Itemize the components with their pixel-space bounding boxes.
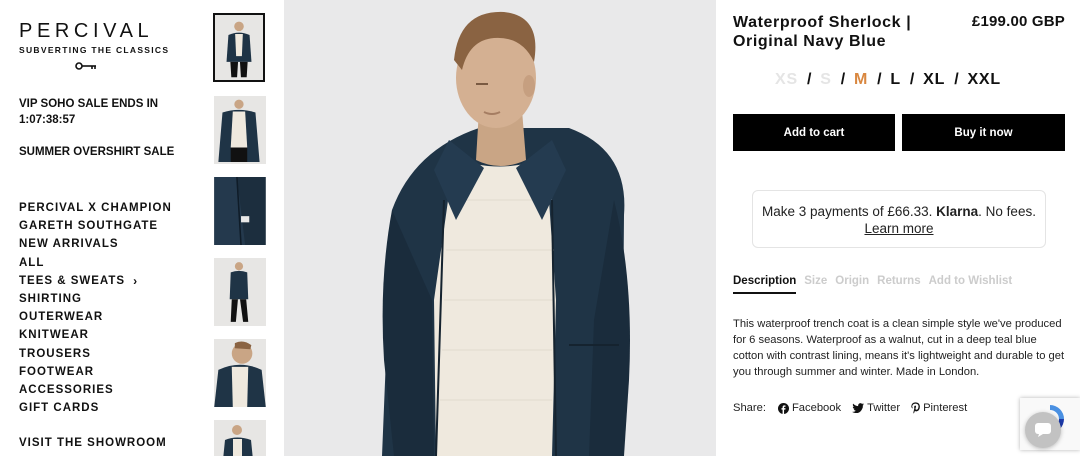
brand-logo[interactable]: PERCIVAL SUBVERTING THE CLASSICS: [19, 20, 170, 70]
menu-item-new-arrivals[interactable]: NEW ARRIVALS: [19, 235, 172, 253]
tab-size[interactable]: Size: [804, 275, 827, 294]
klarna-brand: Klarna: [936, 204, 979, 219]
size-option-xxl[interactable]: XXL: [967, 71, 1001, 89]
pinterest-icon: [911, 402, 920, 414]
klarna-payment-box: Make 3 payments of £66.33. Klarna. No fe…: [752, 190, 1046, 248]
thumbnail-6-back[interactable]: [214, 420, 266, 456]
thumbnail-2-open-coat[interactable]: [214, 96, 266, 164]
thumbnail-image: [214, 339, 266, 407]
product-info-tabs: Description Size Origin Returns Add to W…: [733, 275, 1020, 294]
menu-item-label: TEES & SWEATS: [19, 274, 126, 287]
facebook-label: Facebook: [791, 402, 842, 414]
key-icon: [75, 62, 96, 70]
klarna-learn-more-link[interactable]: Learn more: [864, 221, 933, 236]
thumbnail-image: [215, 420, 265, 456]
product-price: £199.00 GBP: [971, 13, 1065, 30]
klarna-text-start: Make 3 payments of £66.33.: [762, 204, 937, 219]
thumbnail-4-side-view[interactable]: [214, 258, 266, 326]
menu-item-accessories[interactable]: ACCESSORIES: [19, 381, 172, 399]
product-description: This waterproof trench coat is a clean s…: [733, 318, 1065, 378]
product-main-image[interactable]: [284, 0, 716, 456]
size-selector: XS / S / M / L / XL / XXL: [775, 71, 1001, 89]
size-separator: /: [806, 71, 813, 88]
menu-item-label: KNITWEAR: [19, 329, 89, 342]
size-separator: /: [840, 71, 846, 88]
menu-item-label: PERCIVAL X CHAMPION: [19, 202, 172, 214]
size-separator: /: [954, 71, 960, 88]
product-details-panel: Waterproof Sherlock | Original Navy Blue…: [733, 0, 1065, 456]
share-label: Share:: [733, 402, 766, 414]
menu-item-all[interactable]: ALL: [19, 254, 172, 272]
share-twitter-link[interactable]: Twitter: [852, 402, 900, 414]
menu-item-label: TROUSERS: [19, 347, 91, 360]
menu-item-gareth-southgate[interactable]: GARETH SOUTHGATE: [19, 217, 172, 235]
add-to-cart-button[interactable]: Add to cart: [733, 114, 895, 151]
menu-item-label: OUTERWEAR: [19, 311, 104, 324]
chat-icon: [1035, 423, 1051, 437]
logo-tagline: SUBVERTING THE CLASSICS: [19, 45, 170, 55]
thumbnail-image: [214, 96, 266, 164]
share-facebook-link[interactable]: Facebook: [777, 402, 842, 414]
facebook-icon: [777, 402, 789, 414]
size-separator: /: [877, 71, 883, 88]
tab-description[interactable]: Description: [733, 275, 797, 294]
menu-item-gift-cards[interactable]: GIFT CARDS: [19, 399, 172, 417]
menu-item-footwear[interactable]: FOOTWEAR: [19, 363, 172, 381]
size-option-xl[interactable]: XL: [923, 71, 945, 89]
category-menu: PERCIVAL X CHAMPION GARETH SOUTHGATE NEW…: [19, 199, 172, 417]
size-separator: /: [909, 71, 916, 88]
thumbnail-1-front[interactable]: [213, 13, 265, 82]
menu-item-percival-x-champion[interactable]: PERCIVAL X CHAMPION: [19, 199, 172, 217]
chevron-right-icon: ›: [133, 273, 139, 288]
twitter-label: Twitter: [867, 402, 901, 414]
size-option-m[interactable]: M: [854, 71, 868, 89]
left-navigation: PERCIVAL SUBVERTING THE CLASSICS VIP SOH…: [0, 0, 200, 456]
overshirt-sale-link[interactable]: SUMMER OVERSHIRT SALE: [19, 144, 179, 160]
menu-item-label: NEW ARRIVALS: [19, 238, 119, 251]
share-pinterest-link[interactable]: Pinterest: [911, 402, 967, 414]
thumbnail-image: [214, 177, 266, 245]
model-photo: [284, 0, 716, 456]
logo-wordmark: PERCIVAL: [19, 20, 154, 42]
twitter-icon: [852, 403, 865, 413]
thumbnail-5-closeup[interactable]: [214, 339, 266, 407]
klarna-text-end: . No fees.: [978, 204, 1036, 219]
sale-countdown-link[interactable]: VIP SOHO SALE ENDS IN 1:07:38:57: [19, 96, 179, 128]
menu-item-label: ACCESSORIES: [19, 384, 114, 397]
thumbnail-image: [215, 15, 263, 80]
menu-item-trousers[interactable]: TROUSERS: [19, 345, 172, 363]
tab-returns[interactable]: Returns: [877, 275, 920, 294]
buy-it-now-button[interactable]: Buy it now: [902, 114, 1065, 151]
menu-item-label: ALL: [19, 256, 45, 269]
size-option-s[interactable]: S: [820, 71, 831, 89]
thumbnail-image: [214, 258, 266, 326]
pinterest-label: Pinterest: [923, 402, 968, 414]
tab-add-to-wishlist[interactable]: Add to Wishlist: [929, 275, 1013, 294]
size-option-xs[interactable]: XS: [775, 71, 798, 89]
share-bar: Share: Facebook Twitter Pinterest: [733, 402, 978, 414]
menu-item-label: GIFT CARDS: [19, 402, 100, 415]
thumbnail-3-lining-detail[interactable]: [214, 177, 266, 245]
menu-item-label: GARETH SOUTHGATE: [19, 220, 159, 233]
menu-item-shirting[interactable]: SHIRTING: [19, 290, 172, 308]
menu-item-knitwear[interactable]: KNITWEAR: [19, 326, 172, 344]
tab-origin[interactable]: Origin: [835, 275, 869, 294]
product-title: Waterproof Sherlock | Original Navy Blue: [733, 14, 912, 50]
chat-widget-button[interactable]: [1025, 412, 1061, 448]
menu-item-outerwear[interactable]: OUTERWEAR: [19, 308, 172, 326]
menu-item-label: FOOTWEAR: [19, 365, 95, 378]
size-option-l[interactable]: L: [890, 71, 901, 89]
menu-item-tees-sweats[interactable]: TEES & SWEATS ›: [19, 272, 172, 290]
menu-item-label: SHIRTING: [19, 293, 82, 306]
visit-showroom-link[interactable]: VISIT THE SHOWROOM: [19, 437, 167, 449]
